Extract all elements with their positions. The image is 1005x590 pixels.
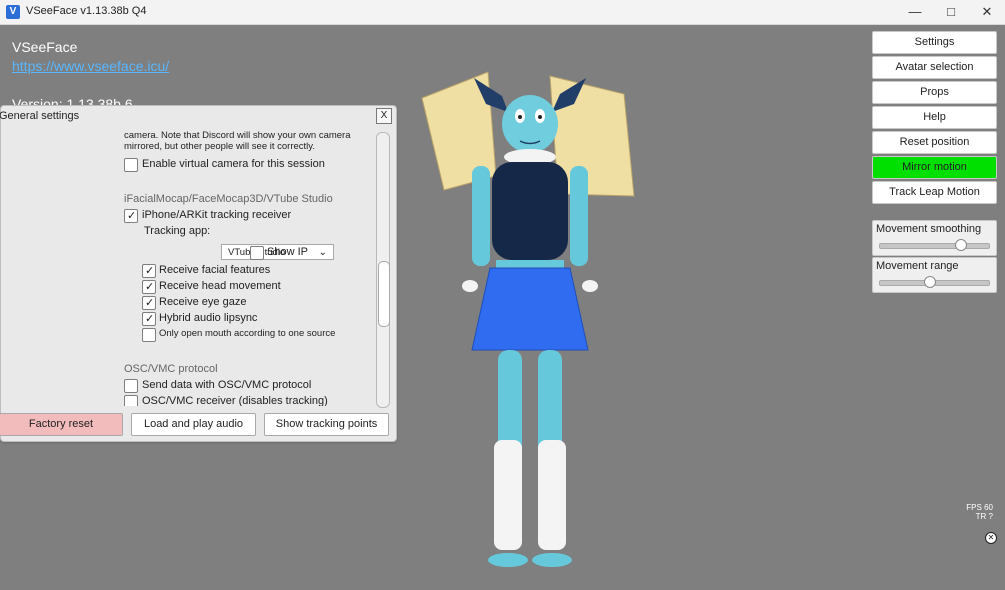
movement-smoothing-knob[interactable] — [954, 239, 967, 251]
ios-receiver-label: iPhone/ARKit tracking receiver — [142, 209, 292, 221]
reset-position-button[interactable]: Reset position — [872, 131, 997, 154]
settings-note-line-1: camera. Note that Discord will show your… — [124, 130, 351, 141]
settings-scrollbar[interactable] — [376, 132, 390, 408]
ios-receiver-checkbox[interactable] — [124, 209, 138, 223]
props-button[interactable]: Props — [872, 81, 997, 104]
tr-label: TR — [975, 512, 987, 521]
receive-head-label: Receive head movement — [159, 280, 281, 292]
receive-eye-label: Receive eye gaze — [159, 296, 247, 308]
website-link[interactable]: https://www.vseeface.icu/ — [12, 58, 169, 74]
panel-title: General settings — [0, 110, 80, 122]
app-icon: V — [6, 5, 20, 19]
receive-head-checkbox[interactable] — [142, 280, 156, 294]
open-mouth-checkbox[interactable] — [142, 328, 156, 342]
settings-note-line-2: mirrored, but other people will see it c… — [124, 141, 315, 152]
settings-button[interactable]: Settings — [872, 31, 997, 54]
movement-range-track[interactable] — [879, 276, 990, 288]
tr-status: ? — [988, 512, 993, 521]
window-title: VSeeFace v1.13.38b Q4 — [26, 5, 147, 17]
section-facial-mocap: iFacialMocap/FaceMocap3D/VTube Studio — [124, 193, 333, 205]
movement-range-knob[interactable] — [924, 276, 937, 288]
show-ip-checkbox[interactable] — [250, 246, 264, 260]
load-audio-button[interactable]: Load and play audio — [131, 413, 256, 436]
open-mouth-label: Only open mouth according to one source — [159, 328, 336, 339]
vmc-receiver-label: OSC/VMC receiver (disables tracking) — [142, 395, 328, 406]
receive-facial-label: Receive facial features — [159, 264, 271, 276]
send-data-checkbox[interactable] — [124, 379, 138, 393]
movement-smoothing-track[interactable] — [879, 239, 990, 251]
general-settings-panel: General settings X camera. Note that Dis… — [0, 105, 397, 442]
track-leap-button[interactable]: Track Leap Motion — [872, 181, 997, 204]
avatar-selection-button[interactable]: Avatar selection — [872, 56, 997, 79]
window-titlebar: V VSeeFace v1.13.38b Q4 — □ ✕ — [0, 0, 1005, 25]
hybrid-audio-checkbox[interactable] — [142, 312, 156, 326]
avatar-model — [421, 71, 635, 567]
close-overlay-icon[interactable]: ✕ — [985, 532, 997, 544]
fps-value: 60 — [984, 503, 993, 512]
fps-indicator: FPS 60 TR ? — [963, 503, 993, 521]
settings-scroll-area[interactable]: camera. Note that Discord will show your… — [1, 128, 375, 406]
section-osc-vmc: OSC/VMC protocol — [124, 363, 218, 375]
movement-range-label: Movement range — [876, 260, 959, 272]
fps-label: FPS — [966, 503, 982, 512]
movement-range-control: Movement range — [872, 257, 997, 293]
minimize-button[interactable]: — — [897, 0, 933, 24]
close-button[interactable]: ✕ — [969, 0, 1005, 24]
help-button[interactable]: Help — [872, 106, 997, 129]
movement-smoothing-control: Movement smoothing — [872, 220, 997, 256]
close-panel-button[interactable]: X — [376, 108, 392, 124]
hybrid-audio-label: Hybrid audio lipsync — [159, 312, 258, 324]
show-tracking-points-button[interactable]: Show tracking points — [264, 413, 389, 436]
tracking-app-label: Tracking app: — [144, 225, 211, 237]
receive-facial-checkbox[interactable] — [142, 264, 156, 278]
virtual-camera-label: Enable virtual camera for this session — [142, 158, 325, 170]
chevron-down-icon: ⌄ — [318, 247, 327, 258]
show-ip-label: Show IP — [267, 246, 308, 258]
movement-smoothing-label: Movement smoothing — [876, 223, 982, 235]
receive-eye-checkbox[interactable] — [142, 296, 156, 310]
vmc-receiver-checkbox[interactable] — [124, 395, 138, 406]
factory-reset-button[interactable]: Factory reset — [0, 413, 123, 436]
send-data-label: Send data with OSC/VMC protocol — [142, 379, 312, 391]
brand-title: VSeeFace — [12, 39, 78, 55]
mirror-motion-button[interactable]: Mirror motion — [872, 156, 997, 179]
virtual-camera-checkbox[interactable] — [124, 158, 138, 172]
settings-scroll-thumb[interactable] — [378, 261, 390, 327]
maximize-button[interactable]: □ — [933, 0, 969, 24]
